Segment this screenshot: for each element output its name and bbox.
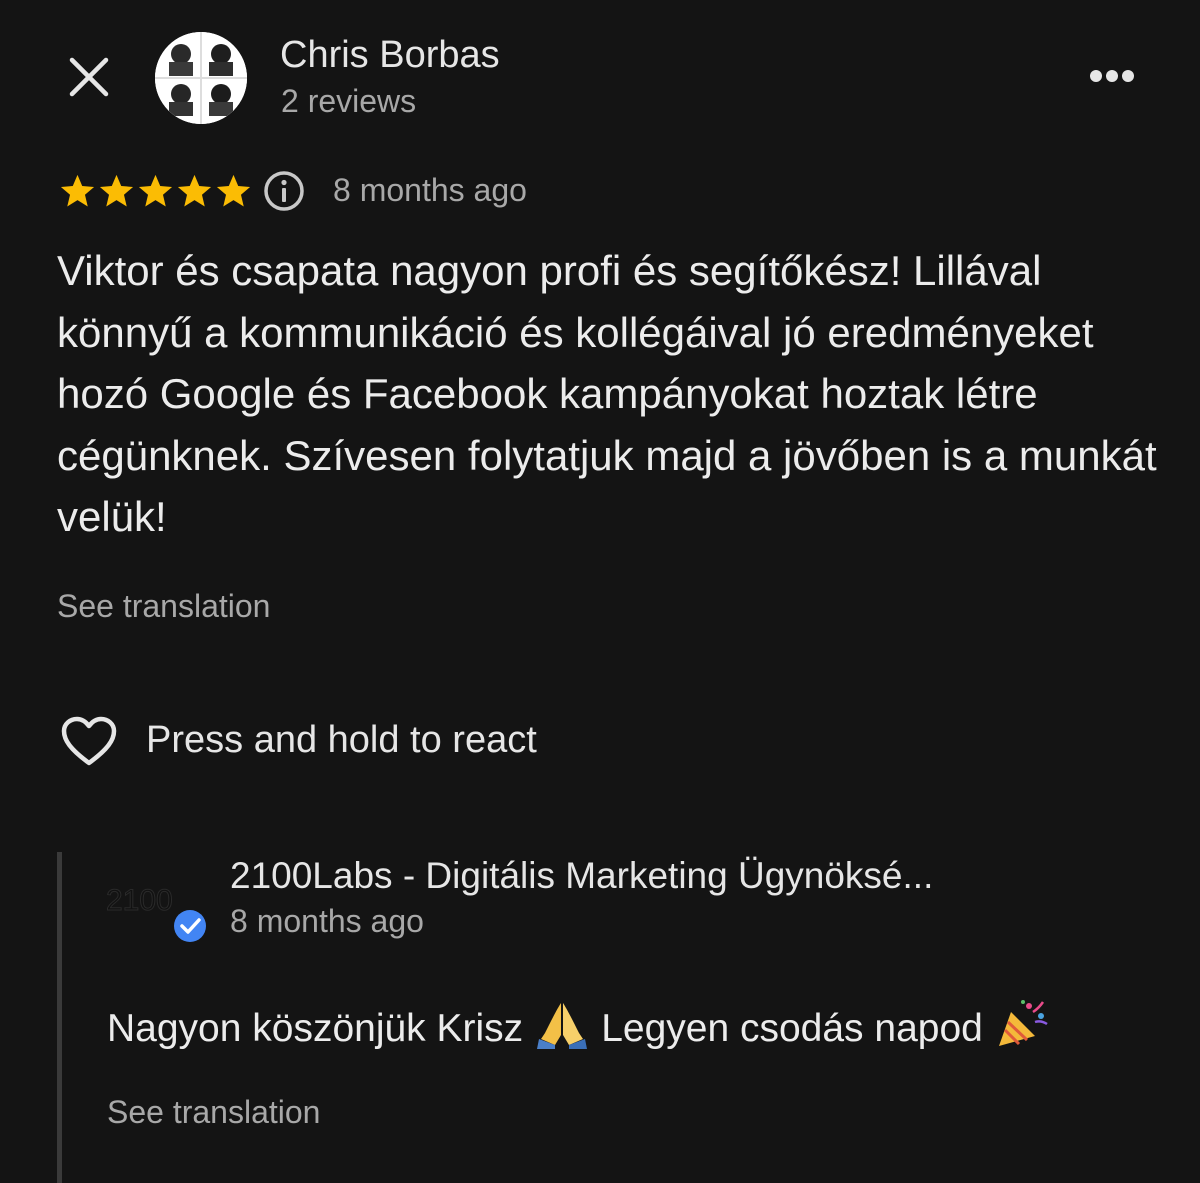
star-icon bbox=[99, 174, 134, 206]
reply-text-part2: Legyen csodás napod bbox=[601, 1007, 983, 1050]
close-button[interactable] bbox=[62, 50, 116, 104]
star-icon bbox=[216, 174, 251, 206]
reply-text-part1: Nagyon köszönjük Krisz bbox=[107, 1007, 524, 1050]
star-rating bbox=[58, 170, 253, 212]
reviewer-name[interactable]: Chris Borbas bbox=[280, 34, 500, 77]
info-button[interactable] bbox=[262, 169, 306, 213]
svg-text:2100: 2100 bbox=[106, 884, 173, 917]
owner-logo-image: 2100 bbox=[106, 884, 206, 942]
star-icon bbox=[60, 174, 95, 206]
reply-see-translation-button[interactable]: See translation bbox=[107, 1094, 320, 1131]
party-popper-emoji bbox=[995, 998, 1049, 1060]
star-icon bbox=[177, 174, 212, 206]
star-icon bbox=[138, 174, 173, 206]
react-label[interactable]: Press and hold to react bbox=[146, 719, 537, 762]
owner-reply-date: 8 months ago bbox=[230, 903, 424, 939]
review-text: Viktor és csapata nagyon profi és segítő… bbox=[57, 247, 1157, 540]
verified-badge-icon bbox=[174, 910, 206, 942]
avatar-image bbox=[155, 32, 247, 124]
avatar[interactable] bbox=[155, 32, 247, 124]
react-button[interactable] bbox=[58, 714, 120, 770]
see-translation-button[interactable]: See translation bbox=[57, 588, 270, 625]
folded-hands-emoji bbox=[535, 999, 589, 1059]
owner-logo[interactable]: 2100 bbox=[104, 868, 208, 948]
review-date: 8 months ago bbox=[333, 172, 527, 208]
reply-divider bbox=[57, 852, 62, 1183]
owner-name[interactable]: 2100Labs - Digitális Marketing Ügynöksé.… bbox=[230, 855, 1030, 897]
heart-outline-icon bbox=[61, 716, 117, 766]
more-options-button[interactable] bbox=[1082, 56, 1142, 96]
more-horizontal-icon bbox=[1090, 70, 1134, 82]
info-icon bbox=[264, 171, 304, 211]
review-count[interactable]: 2 reviews bbox=[281, 83, 416, 120]
close-icon bbox=[69, 57, 109, 97]
owner-reply-text: Nagyon köszönjük Krisz Legyen csodás nap… bbox=[107, 998, 1049, 1060]
